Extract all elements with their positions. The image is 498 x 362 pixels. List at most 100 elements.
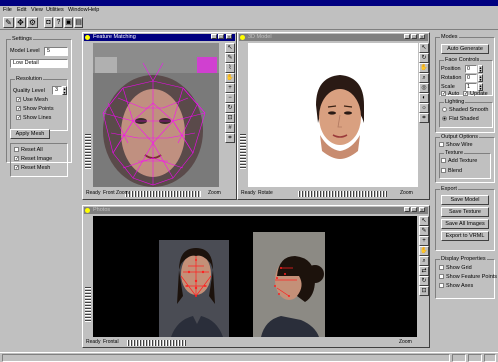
view-side-icon[interactable]: ◐ [419, 93, 429, 103]
pan-tool-icon[interactable]: ✋ [419, 63, 429, 73]
checkbox-update[interactable]: ✓ Update [463, 91, 488, 98]
maximize-icon[interactable]: □ [411, 207, 417, 212]
model-vertical-slider[interactable] [240, 133, 246, 169]
model-level-value: 5 [47, 48, 51, 54]
checkbox-add-texture[interactable]: Add Texture [441, 158, 477, 165]
minimize-icon[interactable]: _ [404, 34, 410, 39]
settings-tool-icon[interactable]: ⚙ [27, 17, 38, 28]
lighting-group-title: Lighting [444, 99, 466, 106]
check-mark-icon: ✓ [463, 91, 469, 98]
radio-flat-shaded[interactable]: Flat Shaded [442, 116, 479, 123]
photos-window-title: Photos [93, 207, 111, 213]
feature-vertical-slider[interactable] [85, 133, 91, 169]
pointer-tool-icon[interactable]: ↖ [419, 43, 429, 53]
point-tool-icon[interactable]: + [419, 236, 429, 246]
apply-mesh-button[interactable]: Apply Mesh [10, 129, 50, 139]
maximize-icon[interactable]: □ [411, 34, 417, 39]
minimize-icon[interactable]: _ [404, 207, 410, 212]
menu-file[interactable]: File [3, 7, 12, 14]
export-vrml-button[interactable]: Export to VRML [441, 231, 489, 241]
checkbox-use-mesh[interactable]: ✓ Use Mesh [16, 97, 48, 104]
face-controls-title: Face Controls [444, 57, 481, 64]
rotate-tool-icon[interactable]: ↻ [419, 53, 429, 63]
light-tool-icon[interactable]: ☼ [419, 103, 429, 113]
rotate-tool-icon[interactable]: ↻ [225, 103, 235, 113]
3d-face-render [316, 75, 364, 159]
check-mark-icon: ✓ [16, 97, 22, 104]
camera-icon[interactable]: ◘ [44, 17, 53, 28]
pointer-tool-icon[interactable]: ↖ [419, 216, 429, 226]
checkbox-show-axes[interactable]: Show Axes [439, 283, 473, 290]
pencil-tool-icon[interactable]: ✎ [419, 226, 429, 236]
menu-help[interactable]: Help [88, 7, 99, 14]
checkbox-show-lines[interactable]: ✓ Show Lines [16, 115, 51, 122]
menu-window[interactable]: Window [68, 7, 88, 14]
checkbox-auto[interactable]: ✓ Auto [441, 91, 459, 98]
close-icon[interactable]: × [226, 34, 232, 39]
checkbox-blend[interactable]: Blend [441, 168, 462, 175]
model-horizontal-slider[interactable] [298, 191, 388, 197]
save-model-button[interactable]: Save Model [441, 195, 489, 205]
checkbox-reset-mesh[interactable]: ✓ Reset Mesh [14, 165, 50, 172]
save-all-images-button[interactable]: Save All Images [441, 219, 489, 229]
model-canvas[interactable] [248, 43, 418, 187]
checkbox-show-grid[interactable]: Show Grid [439, 265, 472, 272]
checkbox-reset-all[interactable]: Reset All [14, 147, 43, 154]
feature-horizontal-slider[interactable] [125, 191, 201, 197]
grid-tool-icon[interactable]: # [225, 123, 235, 133]
rotation-field[interactable]: 0 [465, 74, 477, 82]
print-icon[interactable]: ▤ [74, 17, 83, 28]
fit-tool-icon[interactable]: ⊡ [419, 286, 429, 296]
position-field[interactable]: 0 [465, 65, 477, 73]
zoom-in-icon[interactable]: ⌕ [419, 256, 429, 266]
move-tool-icon[interactable]: ✥ [15, 17, 26, 28]
pan-tool-icon[interactable]: ✋ [419, 246, 429, 256]
quality-level-field[interactable]: 3 [52, 86, 62, 95]
photos-vertical-slider[interactable] [85, 286, 91, 322]
scale-spinner[interactable]: ▴ ▾ [478, 83, 483, 91]
pointer-tool-icon[interactable]: ↖ [225, 43, 235, 53]
view-front-icon[interactable]: ◎ [419, 83, 429, 93]
wire-tool-icon[interactable]: ⌗ [419, 113, 429, 123]
check-mark-icon: ✓ [14, 156, 20, 163]
zoom-tool-icon[interactable]: ⌕ [419, 73, 429, 83]
position-spinner[interactable]: ▴ ▾ [478, 65, 483, 73]
close-icon[interactable]: × [419, 207, 425, 212]
auto-generate-button[interactable]: Auto Generate [441, 44, 489, 54]
zoom-in-icon[interactable]: + [225, 83, 235, 93]
brush-tool-icon[interactable]: ⌇ [225, 63, 235, 73]
display-properties-title: Display Properties [440, 256, 487, 263]
detail-combo[interactable]: Low Detail [10, 59, 68, 68]
zoom-out-icon[interactable]: − [225, 93, 235, 103]
rotate-tool-icon[interactable]: ↻ [419, 276, 429, 286]
fit-tool-icon[interactable]: ⊡ [225, 113, 235, 123]
menu-utilities[interactable]: Utilities [46, 7, 64, 14]
scale-field[interactable]: 1 [465, 83, 477, 91]
checkbox-show-wire[interactable]: Show Wire [439, 142, 473, 149]
menu-view[interactable]: View [31, 7, 43, 14]
rotation-spinner[interactable]: ▴ ▾ [478, 74, 483, 82]
photos-horizontal-slider[interactable] [127, 340, 187, 346]
flip-tool-icon[interactable]: ⇄ [419, 266, 429, 276]
radio-shaded-smooth[interactable]: Shaded Smooth [442, 107, 488, 114]
menu-edit[interactable]: Edit [17, 7, 26, 14]
quality-spinner-arrows[interactable]: ▴ ▾ [62, 86, 67, 95]
close-icon[interactable]: × [419, 34, 425, 39]
pencil-tool-icon[interactable]: ✎ [225, 53, 235, 63]
feature-canvas[interactable] [93, 43, 219, 187]
checkbox-show-points[interactable]: ✓ Show Points [16, 106, 54, 113]
maximize-icon[interactable]: □ [218, 34, 224, 39]
pan-tool-icon[interactable]: ✋ [225, 73, 235, 83]
left-panel: Settings Model Level 5 Low Detail Resolu… [2, 31, 76, 351]
photos-canvas[interactable] [93, 216, 417, 337]
select-tool-icon[interactable]: ✎ [3, 17, 14, 28]
mesh-tool-icon[interactable]: ⌗ [225, 133, 235, 143]
save-icon[interactable]: ▣ [64, 17, 73, 28]
checkbox-show-feature-points[interactable]: Show Feature Points [439, 274, 497, 281]
minimize-icon[interactable]: _ [211, 34, 217, 39]
model-level-field[interactable]: 5 [44, 47, 68, 56]
help-icon[interactable]: ? [54, 17, 63, 28]
checkbox-reset-image[interactable]: ✓ Reset Image [14, 156, 52, 163]
model-window-title: 3D Model [248, 34, 272, 40]
save-texture-button[interactable]: Save Texture [441, 207, 489, 217]
